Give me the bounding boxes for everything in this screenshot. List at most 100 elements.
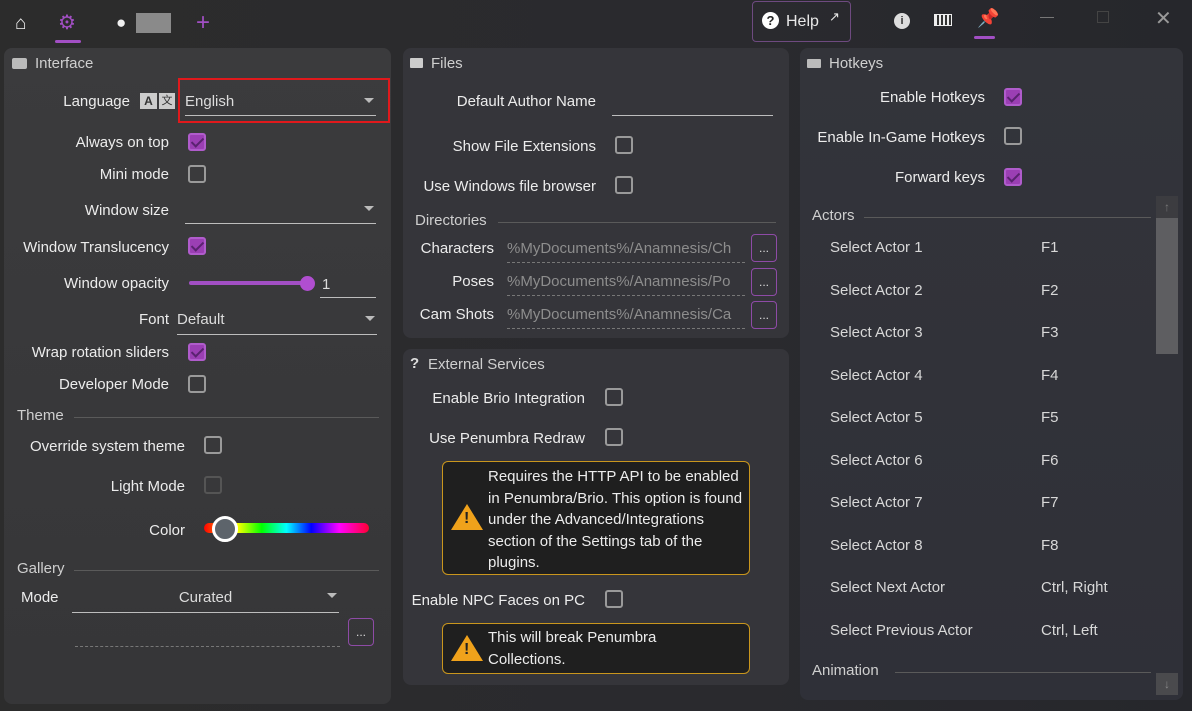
brio-checkbox[interactable]: [605, 388, 623, 406]
dev-label: Developer Mode: [58, 376, 169, 393]
hotkey-action: Select Actor 2: [830, 281, 923, 299]
hotkey-action: Select Actor 6: [830, 451, 923, 469]
gallery-path-input[interactable]: [75, 621, 340, 647]
wrap-checkbox[interactable]: [188, 343, 206, 361]
font-label: Font: [138, 311, 169, 328]
collections-warning: This will break Penumbra Collections.: [442, 623, 750, 674]
translucency-label: Window Translucency: [23, 239, 169, 256]
hotkey-action: Select Actor 3: [830, 324, 923, 341]
camshots-browse-button[interactable]: ...: [751, 301, 777, 329]
translate-icon: A: [140, 93, 157, 109]
files-header: Files: [431, 55, 463, 72]
hotkey-binding[interactable]: F7: [1041, 494, 1059, 511]
penumbra-checkbox[interactable]: [605, 428, 623, 446]
poses-browse-button[interactable]: ...: [751, 268, 777, 296]
characters-browse-button[interactable]: ...: [751, 234, 777, 262]
hotkey-action: Select Actor 7: [830, 494, 923, 511]
language-label: Language: [63, 93, 130, 110]
info-icon[interactable]: i: [894, 13, 910, 29]
window-size-dropdown[interactable]: [185, 198, 376, 224]
gear-icon[interactable]: ⚙: [58, 10, 76, 35]
always-on-top-checkbox[interactable]: [188, 133, 206, 151]
external-link-icon: ↗: [829, 9, 840, 24]
characters-label: Characters: [420, 240, 494, 257]
maximize-button[interactable]: [1097, 11, 1109, 23]
animation-header: Animation: [812, 662, 879, 679]
ext-label: Show File Extensions: [452, 138, 596, 155]
hotkey-binding[interactable]: Ctrl, Left: [1041, 622, 1098, 639]
npc-checkbox[interactable]: [605, 590, 623, 608]
light-checkbox[interactable]: [204, 476, 222, 494]
hotkeys-header: Hotkeys: [829, 55, 884, 72]
opacity-slider[interactable]: [189, 281, 309, 285]
winbrowser-checkbox[interactable]: [615, 176, 633, 194]
scrollbar-thumb[interactable]: [1156, 218, 1178, 354]
hotkey-binding[interactable]: F2: [1041, 282, 1059, 299]
gallery-mode-dropdown[interactable]: Curated: [72, 585, 339, 613]
actors-header: Actors: [812, 207, 855, 224]
translucency-checkbox[interactable]: [188, 237, 206, 255]
hotkey-action: Select Actor 1: [830, 239, 923, 256]
keyboard-icon: [807, 59, 821, 68]
scroll-down-button[interactable]: ↓: [1156, 673, 1178, 695]
theme-divider: [74, 417, 379, 418]
light-label: Light Mode: [110, 478, 185, 495]
font-dropdown[interactable]: Default: [177, 308, 377, 335]
mini-mode-checkbox[interactable]: [188, 165, 206, 183]
ingame-label: Enable In-Game Hotkeys: [817, 129, 985, 146]
scroll-up-button[interactable]: ↑: [1156, 196, 1178, 218]
author-input[interactable]: [612, 90, 773, 116]
warning-icon: [451, 504, 483, 530]
override-checkbox[interactable]: [204, 436, 222, 454]
ext-checkbox[interactable]: [615, 136, 633, 154]
external-header: External Services: [428, 356, 545, 373]
home-icon[interactable]: ⌂: [15, 13, 26, 35]
question-icon: ?: [410, 355, 420, 372]
highlight-box: [178, 78, 390, 123]
actors-divider: [864, 217, 1151, 218]
close-button[interactable]: ✕: [1155, 6, 1172, 31]
hotkey-binding[interactable]: F3: [1041, 324, 1059, 341]
enable-hotkeys-checkbox[interactable]: [1004, 88, 1022, 106]
question-icon: ?: [762, 12, 779, 29]
opacity-slider-thumb[interactable]: [300, 276, 315, 291]
characters-path[interactable]: %MyDocuments%/Anamnesis/Ch: [507, 237, 745, 263]
window-size-label: Window size: [84, 202, 169, 219]
hotkey-binding[interactable]: F4: [1041, 367, 1059, 384]
keyboard-icon[interactable]: [934, 14, 952, 26]
directories-header: Directories: [415, 212, 487, 229]
hotkey-action: Select Actor 5: [830, 409, 923, 426]
user-avatar[interactable]: [136, 13, 171, 33]
color-slider-thumb[interactable]: [212, 516, 238, 542]
hotkey-action: Select Actor 8: [830, 536, 923, 554]
color-label: Color: [149, 522, 185, 539]
hotkey-binding[interactable]: F5: [1041, 409, 1059, 426]
hotkey-action: Select Actor 4: [830, 366, 923, 384]
user-icon[interactable]: ●: [116, 13, 126, 33]
folder-icon: [410, 58, 423, 68]
animation-divider: [895, 672, 1151, 673]
mode-label: Mode: [21, 589, 59, 606]
hotkey-binding[interactable]: F6: [1041, 452, 1059, 469]
pin-icon[interactable]: 📌: [977, 8, 999, 29]
forward-checkbox[interactable]: [1004, 168, 1022, 186]
gallery-browse-button[interactable]: ...: [348, 618, 374, 646]
add-tab-icon[interactable]: +: [196, 9, 210, 37]
poses-path[interactable]: %MyDocuments%/Anamnesis/Po: [507, 270, 745, 296]
help-button[interactable]: ? Help ↗: [752, 1, 851, 42]
hotkey-action: Select Previous Actor: [830, 621, 973, 639]
hotkey-binding[interactable]: F1: [1041, 239, 1059, 256]
hotkey-binding[interactable]: F8: [1041, 537, 1059, 554]
camshots-path[interactable]: %MyDocuments%/Anamnesis/Ca: [507, 303, 745, 329]
hotkey-action: Select Next Actor: [830, 579, 946, 596]
penumbra-label: Use Penumbra Redraw: [429, 430, 585, 447]
opacity-input[interactable]: 1: [320, 273, 376, 298]
hotkey-binding[interactable]: Ctrl, Right: [1041, 579, 1108, 596]
npc-label: Enable NPC Faces on PC: [411, 592, 585, 609]
minimize-button[interactable]: [1040, 17, 1054, 18]
brio-label: Enable Brio Integration: [432, 390, 585, 407]
http-api-warning: Requires the HTTP API to be enabled in P…: [442, 461, 750, 575]
gallery-header: Gallery: [17, 560, 65, 577]
ingame-checkbox[interactable]: [1004, 127, 1022, 145]
dev-checkbox[interactable]: [188, 375, 206, 393]
